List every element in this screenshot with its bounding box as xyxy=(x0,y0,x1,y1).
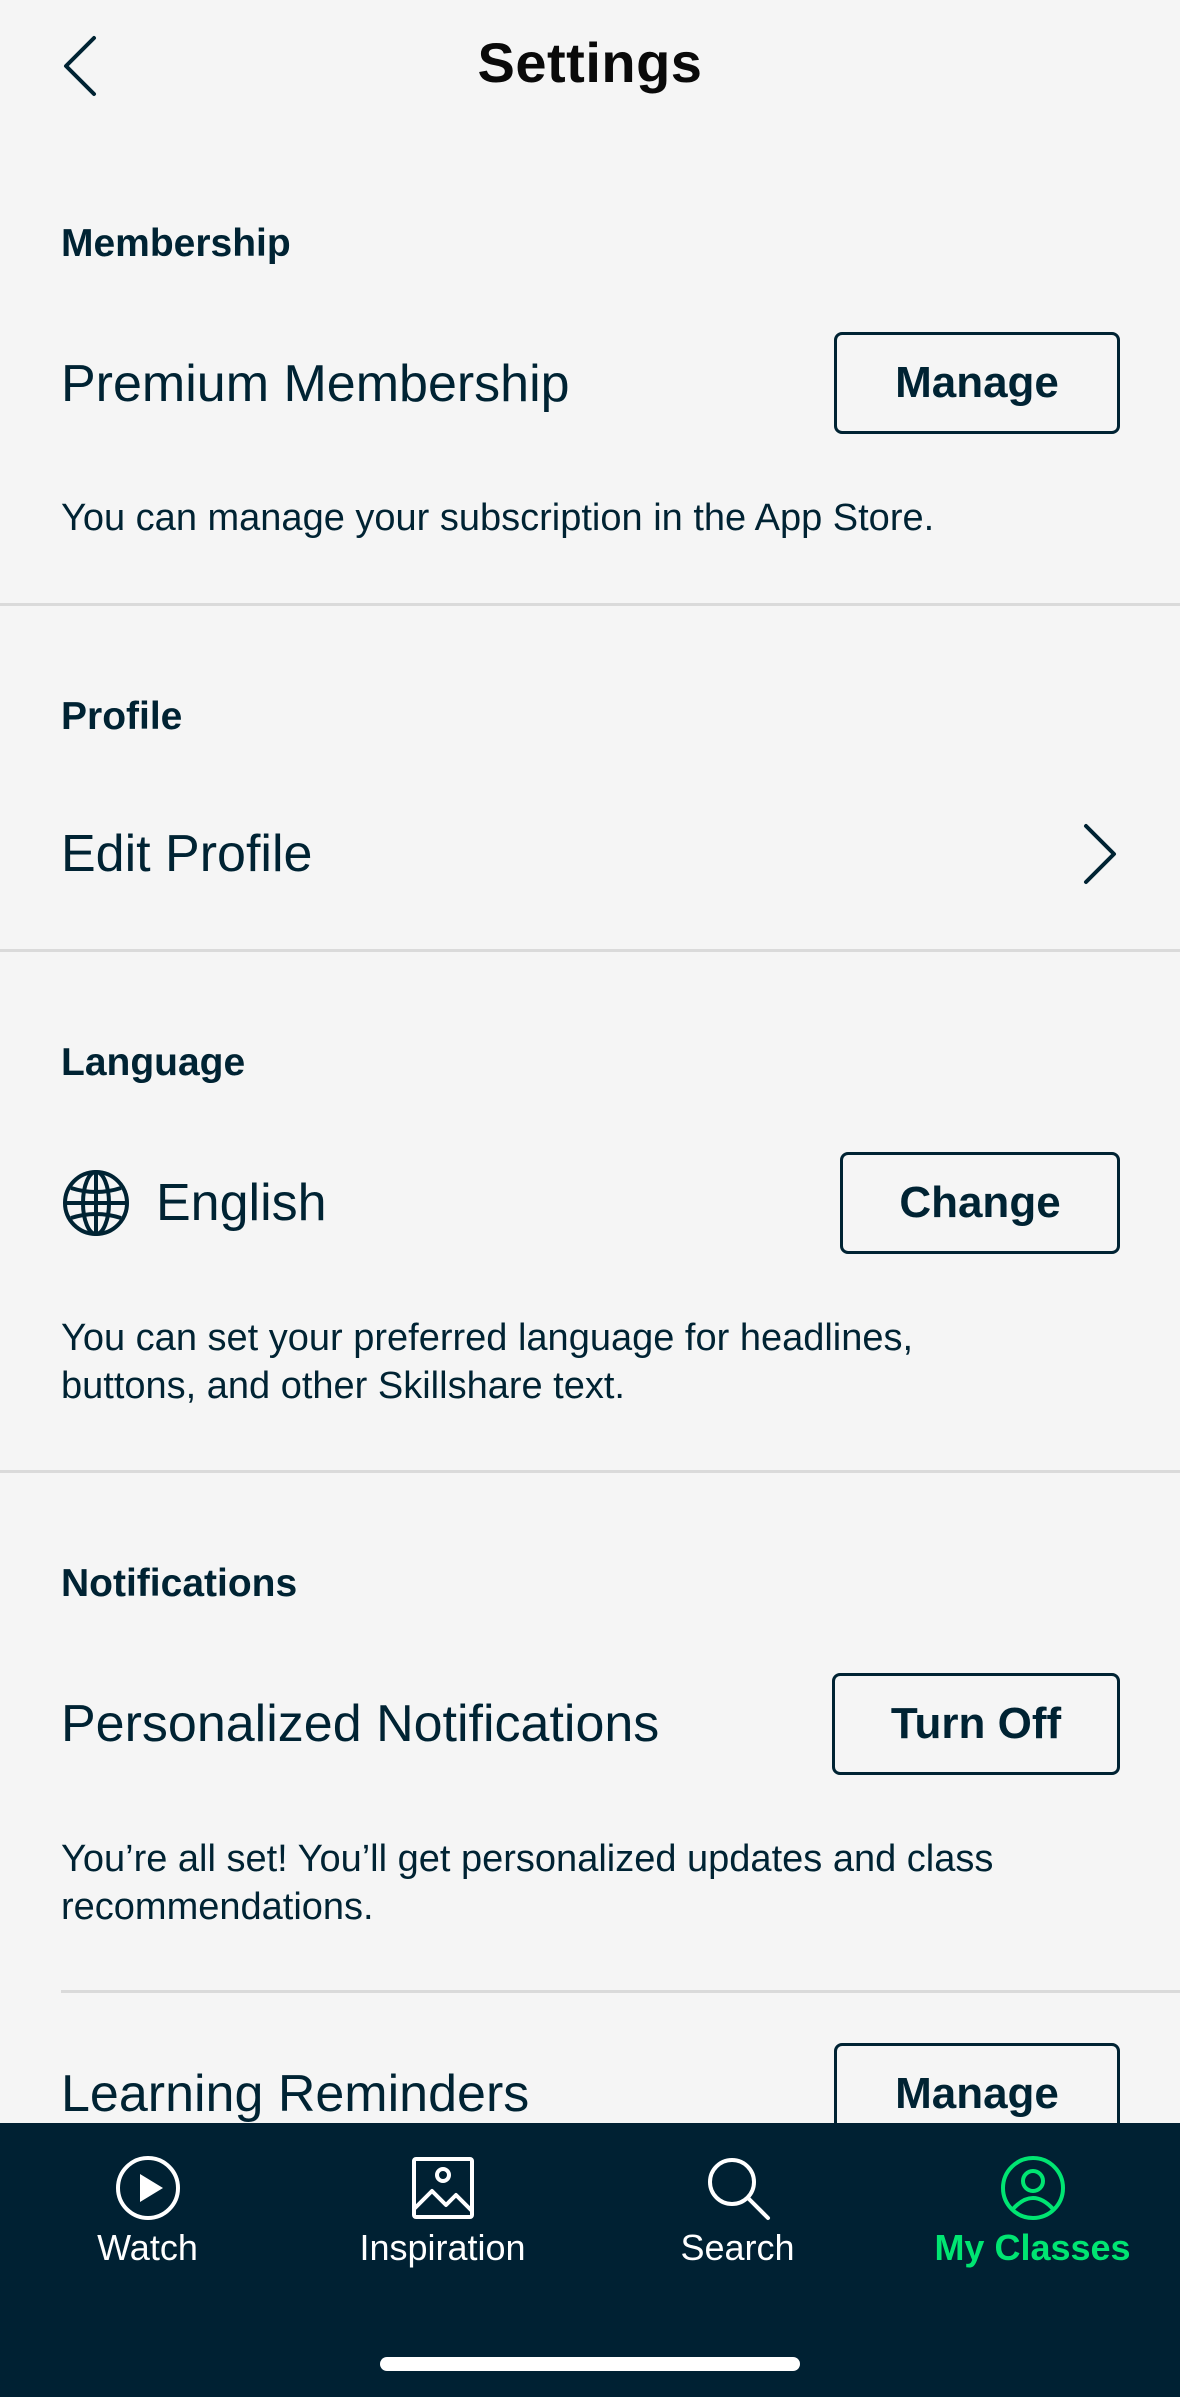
bottom-tab-bar: Watch Inspiration Search My Classes xyxy=(0,2123,1180,2397)
profile-section-title: Profile xyxy=(61,695,183,738)
user-circle-icon xyxy=(1000,2156,1065,2220)
membership-section-title: Membership xyxy=(61,222,291,265)
play-circle-icon xyxy=(115,2156,180,2220)
personalized-notifications-description-line-1: You’re all set! You’ll get personalized … xyxy=(61,1838,994,1880)
membership-description: You can manage your subscription in the … xyxy=(61,497,935,539)
row-divider xyxy=(61,1990,1180,1993)
search-icon xyxy=(707,2158,770,2220)
tab-my-classes-label: My Classes xyxy=(934,2227,1131,2268)
page-title: Settings xyxy=(477,31,703,94)
globe-icon xyxy=(63,1170,129,1236)
language-current-value: English xyxy=(156,1174,327,1232)
tab-watch-label: Watch xyxy=(97,2227,198,2268)
image-icon xyxy=(411,2157,474,2219)
personalized-notifications-description-line-2: recommendations. xyxy=(61,1886,374,1928)
tab-search[interactable]: Search xyxy=(590,2123,885,2293)
language-section-title: Language xyxy=(61,1041,246,1084)
section-divider xyxy=(0,1470,1180,1473)
personalized-notifications-label: Personalized Notifications xyxy=(61,1695,660,1753)
section-divider xyxy=(0,603,1180,606)
section-divider xyxy=(0,949,1180,952)
change-language-button[interactable]: Change xyxy=(840,1152,1120,1254)
premium-membership-label: Premium Membership xyxy=(61,355,570,413)
tab-inspiration[interactable]: Inspiration xyxy=(295,2123,590,2293)
learning-reminders-label: Learning Reminders xyxy=(61,2065,530,2123)
language-description-line-1: You can set your preferred language for … xyxy=(61,1317,914,1359)
manage-membership-button[interactable]: Manage xyxy=(834,332,1120,434)
chevron-right-icon xyxy=(1084,824,1116,884)
edit-profile-label[interactable]: Edit Profile xyxy=(61,824,312,884)
edit-profile-chevron-button[interactable] xyxy=(1070,814,1130,894)
turn-off-notifications-button[interactable]: Turn Off xyxy=(832,1673,1120,1775)
tab-inspiration-label: Inspiration xyxy=(359,2227,526,2268)
home-indicator xyxy=(380,2357,800,2371)
tab-search-label: Search xyxy=(680,2227,795,2268)
language-description-line-2: buttons, and other Skillshare text. xyxy=(61,1365,625,1407)
header: Settings xyxy=(0,0,1180,130)
notifications-section-title: Notifications xyxy=(61,1562,298,1605)
tab-watch[interactable]: Watch xyxy=(0,2123,295,2293)
tab-my-classes[interactable]: My Classes xyxy=(885,2123,1180,2293)
